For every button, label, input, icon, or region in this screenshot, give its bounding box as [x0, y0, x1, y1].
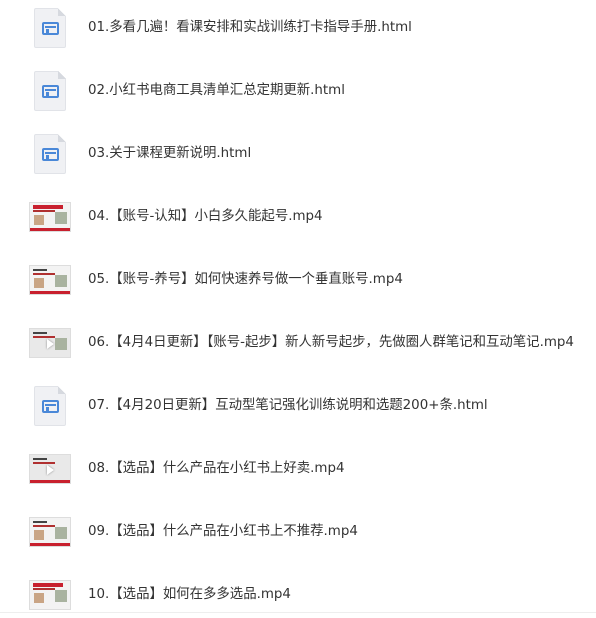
file-row-06[interactable]: 06.【4月4日更新】【账号-起步】新人新号起步，先做圈人群笔记和互动笔记.mp…	[0, 321, 596, 365]
file-name: 09.【选品】什么产品在小红书上不推荐.mp4	[88, 524, 358, 539]
divider	[0, 612, 596, 613]
html-file-icon	[28, 132, 72, 176]
file-name: 10.【选品】如何在多多选品.mp4	[88, 587, 291, 602]
file-row-03[interactable]: 03.关于课程更新说明.html	[0, 132, 596, 176]
video-thumbnail	[28, 258, 72, 302]
file-name: 08.【选品】什么产品在小红书上好卖.mp4	[88, 461, 345, 476]
file-list: 01.多看几遍！看课安排和实战训练打卡指导手册.html 02.小红书电商工具清…	[0, 0, 596, 618]
video-thumbnail	[28, 321, 72, 365]
video-thumbnail	[28, 447, 72, 491]
file-name: 02.小红书电商工具清单汇总定期更新.html	[88, 83, 345, 98]
file-name: 04.【账号-认知】小白多久能起号.mp4	[88, 209, 323, 224]
html-file-icon	[28, 384, 72, 428]
file-row-07[interactable]: 07.【4月20日更新】互动型笔记强化训练说明和选题200+条.html	[0, 384, 596, 428]
file-row-05[interactable]: 05.【账号-养号】如何快速养号做一个垂直账号.mp4	[0, 258, 596, 302]
video-thumbnail	[28, 510, 72, 554]
file-name: 07.【4月20日更新】互动型笔记强化训练说明和选题200+条.html	[88, 398, 488, 413]
video-thumbnail	[28, 573, 72, 617]
file-row-01[interactable]: 01.多看几遍！看课安排和实战训练打卡指导手册.html	[0, 6, 596, 50]
file-row-04[interactable]: 04.【账号-认知】小白多久能起号.mp4	[0, 195, 596, 239]
file-row-10[interactable]: 10.【选品】如何在多多选品.mp4	[0, 573, 596, 617]
file-name: 01.多看几遍！看课安排和实战训练打卡指导手册.html	[88, 20, 412, 35]
file-name: 03.关于课程更新说明.html	[88, 146, 252, 161]
html-file-icon	[28, 6, 72, 50]
file-name: 06.【4月4日更新】【账号-起步】新人新号起步，先做圈人群笔记和互动笔记.mp…	[88, 335, 574, 350]
file-row-09[interactable]: 09.【选品】什么产品在小红书上不推荐.mp4	[0, 510, 596, 554]
html-file-icon	[28, 69, 72, 113]
file-name: 05.【账号-养号】如何快速养号做一个垂直账号.mp4	[88, 272, 403, 287]
video-thumbnail	[28, 195, 72, 239]
file-row-08[interactable]: 08.【选品】什么产品在小红书上好卖.mp4	[0, 447, 596, 491]
file-row-02[interactable]: 02.小红书电商工具清单汇总定期更新.html	[0, 69, 596, 113]
